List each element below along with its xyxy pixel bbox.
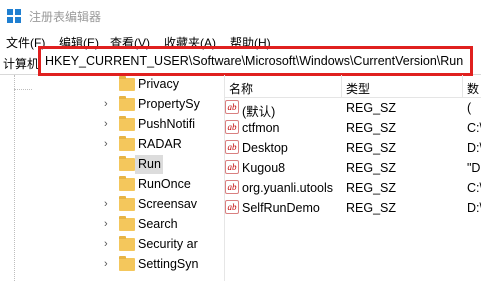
value-list[interactable]: 名称 类型 数 ab(默认)REG_SZ(abctfmonREG_SZC:\ab…: [225, 75, 481, 281]
address-highlight-box: [38, 46, 473, 76]
tree-item[interactable]: RunOnce: [104, 175, 223, 195]
chevron-right-icon[interactable]: ›: [104, 217, 114, 231]
string-value-icon: ab: [225, 200, 239, 214]
tree-item[interactable]: › SettingSyn: [104, 255, 223, 275]
column-data-header[interactable]: 数: [467, 80, 479, 97]
chevron-right-icon[interactable]: ›: [104, 257, 114, 271]
folder-icon: [119, 196, 135, 211]
chevron-right-icon[interactable]: ›: [104, 197, 114, 211]
tree-item[interactable]: › RADAR: [104, 135, 223, 155]
tree-item-label: Search: [138, 217, 178, 231]
column-divider[interactable]: [462, 75, 463, 97]
value-row[interactable]: aborg.yuanli.utools REG_SZ C:\: [225, 178, 481, 198]
value-row[interactable]: abDesktop REG_SZ D:\: [225, 138, 481, 158]
value-row[interactable]: ab Kugou8 REG_SZ "D: [225, 158, 481, 178]
window-title: 注册表编辑器: [29, 10, 102, 24]
tree-item-label: PropertySy: [138, 97, 200, 111]
tree-item-label: PushNotifi: [138, 117, 195, 131]
value-type: REG_SZ: [346, 201, 397, 215]
folder-icon: [119, 136, 135, 151]
value-data: (: [467, 101, 472, 115]
tree-item[interactable]: › Search: [104, 215, 223, 235]
value-name: ctfmon: [242, 121, 280, 135]
tree-item[interactable]: › Screensav: [104, 195, 223, 215]
tree-item[interactable]: Run: [104, 155, 223, 175]
value-row[interactable]: abSelfRunDemo REG_SZ D:\: [225, 198, 481, 218]
folder-icon: [119, 176, 135, 191]
tree-item-label: Screensav: [138, 197, 198, 211]
tree-item[interactable]: › PropertySy: [104, 95, 223, 115]
string-value-icon: ab: [225, 120, 239, 134]
value-data: C:\: [467, 121, 481, 135]
value-type: REG_SZ: [346, 181, 397, 195]
string-value-icon: ab: [225, 140, 239, 154]
value-type: REG_SZ: [346, 101, 397, 115]
tree-item[interactable]: › PushNotifi: [104, 115, 223, 135]
tree-item-label: RADAR: [138, 137, 182, 151]
string-value-icon: ab: [225, 160, 239, 174]
string-value-icon: ab: [225, 180, 239, 194]
value-data: "D: [467, 161, 481, 175]
value-data: C:\: [467, 181, 481, 195]
value-row[interactable]: abctfmon REG_SZ C:\: [225, 118, 481, 138]
list-header: 名称 类型 数: [225, 75, 481, 98]
value-name: Desktop: [242, 141, 288, 155]
value-type: REG_SZ: [346, 161, 397, 175]
chevron-right-icon[interactable]: ›: [104, 97, 114, 111]
folder-icon: [119, 96, 135, 111]
value-name: Kugou8: [242, 161, 286, 175]
folder-icon: [119, 236, 135, 251]
folder-icon: [119, 76, 135, 91]
value-data: D:\: [467, 201, 481, 215]
value-row[interactable]: ab (默认) REG_SZ(: [225, 98, 481, 119]
column-type-header[interactable]: 类型: [346, 80, 370, 97]
column-name-header[interactable]: 名称: [229, 80, 253, 97]
tree-item-label: Privacy: [138, 77, 179, 91]
registry-editor-icon: [7, 9, 21, 23]
folder-icon: [119, 256, 135, 271]
tree-guide-line: [14, 75, 15, 281]
tree-item-label: Run: [138, 157, 161, 171]
tree-item-label: SettingSyn: [138, 257, 199, 271]
chevron-right-icon[interactable]: ›: [104, 237, 114, 251]
chevron-right-icon[interactable]: ›: [104, 137, 114, 151]
tree-item-label: Security ar: [138, 237, 198, 251]
folder-icon: [119, 216, 135, 231]
tree-item[interactable]: Privacy: [104, 75, 223, 95]
string-value-icon: ab: [225, 100, 239, 114]
folder-icon: [119, 116, 135, 131]
value-name: org.yuanli.utools: [242, 181, 334, 195]
tree-guide-line: [14, 89, 32, 90]
value-name: SelfRunDemo: [242, 201, 320, 215]
value-type: REG_SZ: [346, 141, 397, 155]
tree-item[interactable]: › Security ar: [104, 235, 223, 255]
column-divider[interactable]: [341, 75, 342, 97]
key-tree[interactable]: Privacy › PropertySy › PushNotifi › RADAR Run Ru…: [0, 75, 225, 281]
chevron-right-icon[interactable]: ›: [104, 117, 114, 131]
title-bar: 注册表编辑器: [0, 0, 481, 31]
tree-item-label: RunOnce: [138, 177, 191, 191]
value-data: D:\: [467, 141, 481, 155]
value-type: REG_SZ: [346, 121, 397, 135]
address-root: 计算机: [3, 57, 40, 71]
folder-icon: [119, 156, 135, 171]
